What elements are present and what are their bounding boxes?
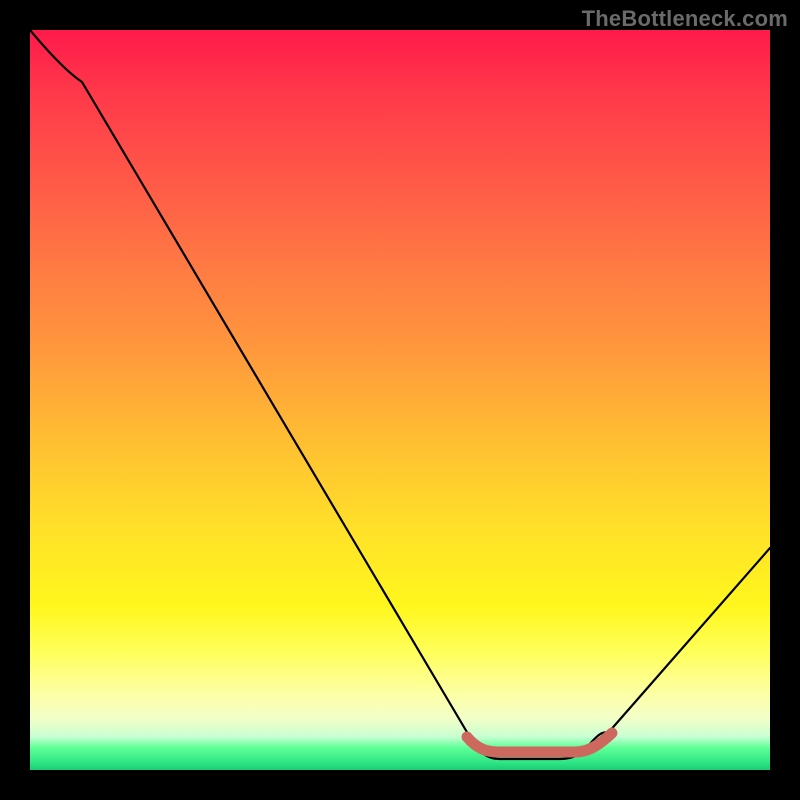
chart-svg <box>30 30 770 770</box>
chart-canvas: TheBottleneck.com <box>0 0 800 800</box>
bottleneck-curve <box>30 30 770 759</box>
chart-plot-area <box>30 30 770 770</box>
watermark-label: TheBottleneck.com <box>582 6 788 32</box>
